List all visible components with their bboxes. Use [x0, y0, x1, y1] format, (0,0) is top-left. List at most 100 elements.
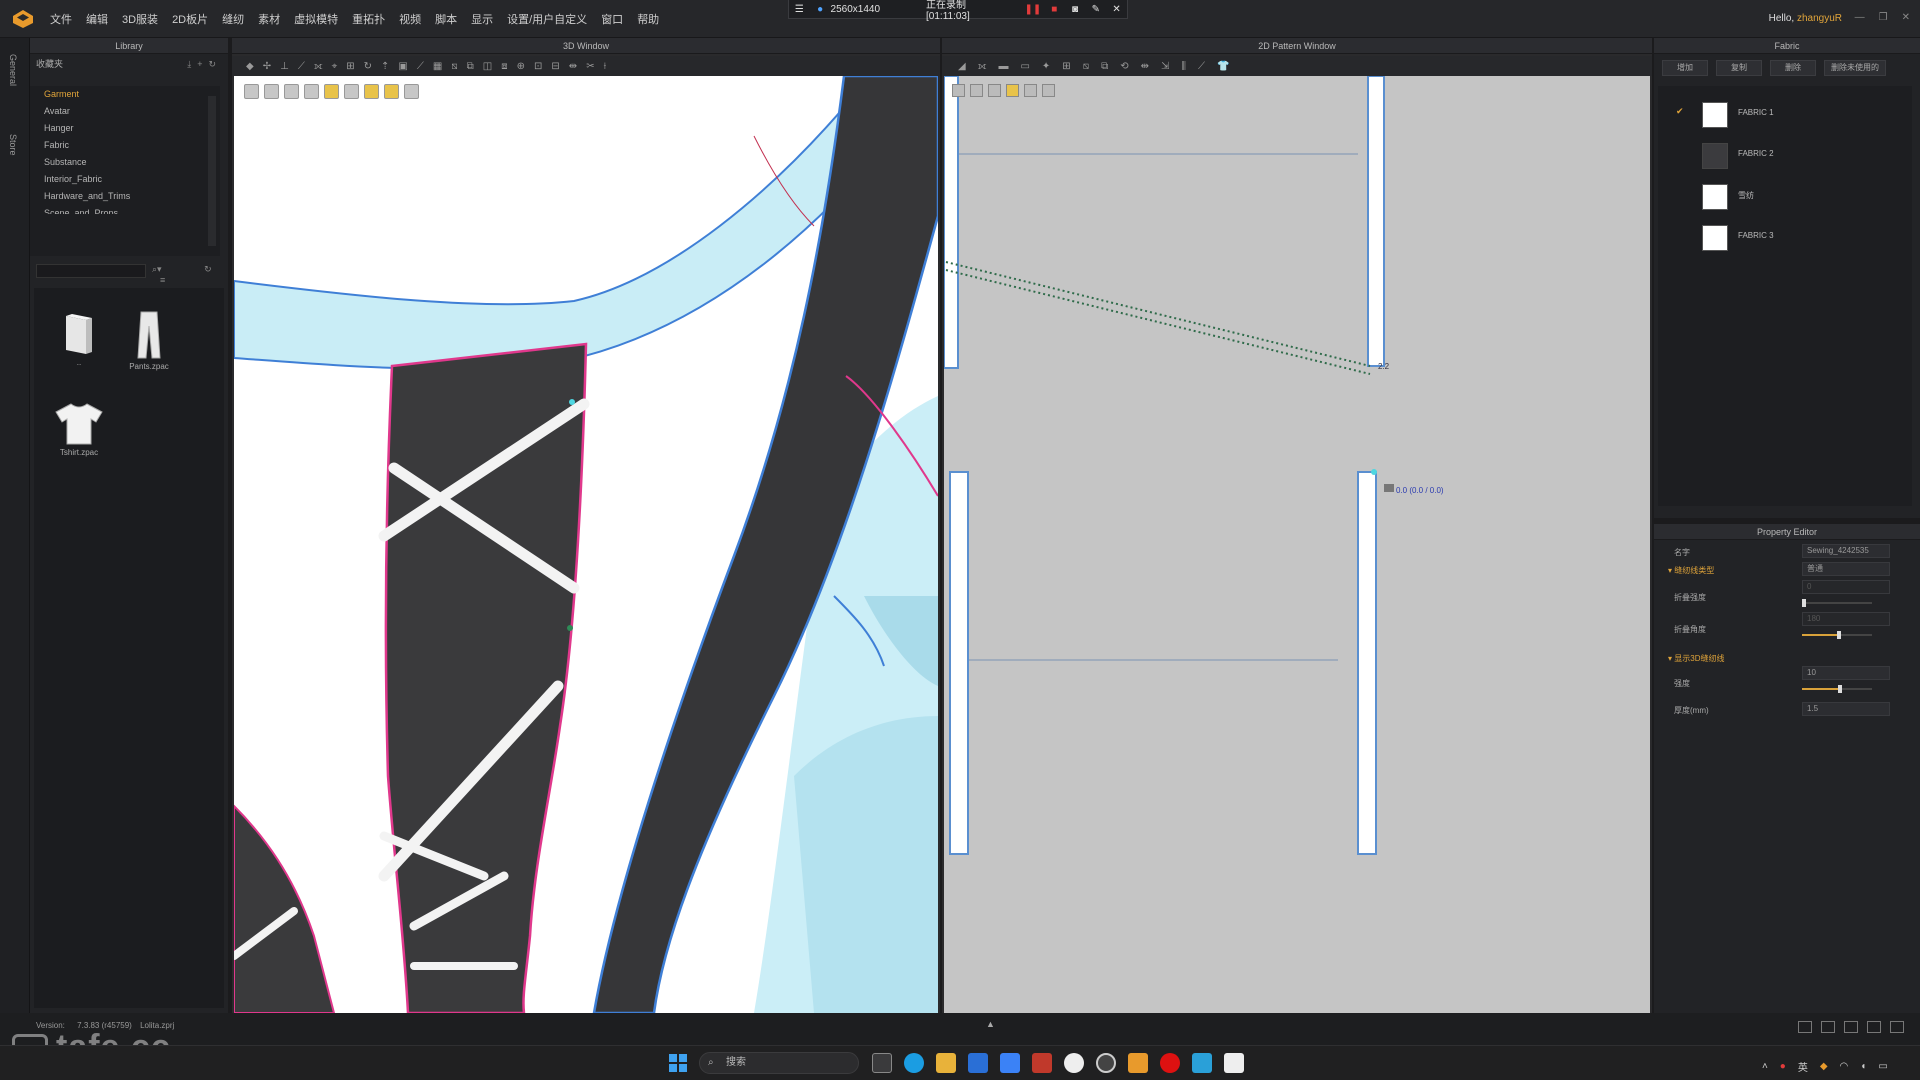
view-export-icon[interactable] [404, 84, 419, 99]
search-icon[interactable]: ⌕▾ [152, 264, 162, 274]
view-avatar-icon[interactable] [244, 84, 259, 99]
menu-materials[interactable]: 素材 [258, 11, 280, 27]
button-tool-icon[interactable]: ⊕ [517, 61, 525, 72]
edit-tool-icon[interactable]: ◫ [483, 61, 492, 72]
stitch-tool-icon[interactable]: ⧉ [467, 61, 474, 72]
fold-arrange-icon[interactable]: ⇲ [1161, 61, 1169, 72]
tree-item-substance[interactable]: Substance [30, 154, 220, 171]
baseline-icon[interactable]: ⫼ [1181, 61, 1186, 72]
delete-unused-button[interactable]: 删除未使用的 [1824, 60, 1886, 76]
line-tool-icon[interactable]: ⟋ [417, 61, 424, 72]
edit-pattern-icon[interactable]: ⟗ [978, 61, 987, 72]
zipper-tool-icon[interactable]: ⇹ [569, 61, 577, 72]
layout-split-icon[interactable] [1821, 1021, 1835, 1033]
store-icon[interactable] [968, 1053, 988, 1073]
library-tools[interactable]: ⤓+↻ [187, 56, 222, 72]
2d-viewport[interactable]: 2.2 0.0 (0.0 / 0.0) [944, 76, 1650, 1013]
check-sewing-icon[interactable]: ⟲ [1120, 61, 1128, 72]
menu-avatar[interactable]: 虚拟模特 [294, 11, 338, 27]
transform-pattern-icon[interactable]: ◢ [958, 61, 966, 72]
obs-icon[interactable] [1096, 1053, 1116, 1073]
task-view-icon[interactable] [872, 1053, 892, 1073]
fold-angle-field[interactable]: 180 [1802, 612, 1890, 626]
menu-sewing[interactable]: 缝纫 [222, 11, 244, 27]
menu-help[interactable]: 帮助 [637, 11, 659, 27]
hole-tool-icon[interactable]: ⊡ [534, 61, 542, 72]
clo3d-icon[interactable] [1128, 1053, 1148, 1073]
camera-icon[interactable]: ◙ [1068, 1, 1083, 17]
measure-tool-icon[interactable]: ⟗ [314, 61, 323, 72]
tray-chevron-icon[interactable]: ˄ [1762, 1061, 1768, 1072]
sewing-tool-icon[interactable]: ⊞ [346, 61, 354, 72]
menu-2d-pattern[interactable]: 2D板片 [172, 11, 208, 27]
layout-grid-icon[interactable] [1867, 1021, 1881, 1033]
free-sewing-icon[interactable]: ⧅ [1083, 61, 1089, 72]
view-light-icon[interactable] [324, 84, 339, 99]
tray-app-icon[interactable]: ◆ [1820, 1061, 1828, 1072]
tree-item-scene[interactable]: Scene_and_Props [30, 205, 220, 214]
segment-sewing-icon[interactable]: ⊞ [1062, 61, 1070, 72]
volume-icon[interactable]: ◖ [1860, 1061, 1866, 1072]
library-item-pants[interactable]: Pants.zpac [114, 310, 184, 371]
internal-line-icon[interactable]: ✦ [1042, 61, 1050, 72]
pen-icon[interactable]: ✎ [1088, 1, 1103, 17]
delete-fabric-button[interactable]: 删除 [1770, 60, 1816, 76]
wifi-icon[interactable]: ◠ [1840, 1061, 1849, 1072]
cut-tool-icon[interactable]: ✂ [586, 61, 594, 72]
edge-icon[interactable] [904, 1053, 924, 1073]
sewing-type-select[interactable]: 普通 [1802, 562, 1890, 576]
user-name[interactable]: zhangyuR [1797, 13, 1842, 24]
select-tool-icon[interactable]: ◆ [246, 61, 254, 72]
view-garment-icon[interactable] [264, 84, 279, 99]
prop-name-field[interactable]: Sewing_4242535 [1802, 544, 1890, 558]
editor-app-icon[interactable] [1224, 1053, 1244, 1073]
fabric-item[interactable]: ✔ FABRIC 1 [1658, 96, 1912, 130]
tree-item-fabric[interactable]: Fabric [30, 137, 220, 154]
tree-scrollbar[interactable] [208, 96, 216, 246]
zoom-tool-icon[interactable]: ▣ [398, 61, 407, 72]
tray-mic-icon[interactable]: ● [1780, 1061, 1786, 1072]
grid-tool-icon[interactable]: ▦ [433, 61, 442, 72]
sewing-type-section[interactable]: ▾ 缝纫线类型 [1668, 565, 1714, 576]
app-logo-icon[interactable] [12, 9, 34, 29]
window-close-icon[interactable]: ✕ [1902, 12, 1910, 23]
layout-3d-icon[interactable] [1844, 1021, 1858, 1033]
polygon-icon[interactable]: ▭ [1020, 61, 1029, 72]
maximize-icon[interactable]: ❐ [1879, 12, 1888, 23]
side-tab-general[interactable]: General [8, 54, 18, 86]
segment-tool-icon[interactable]: ⧅ [451, 61, 457, 72]
tack-icon[interactable]: ⇹ [1141, 61, 1149, 72]
pause-icon[interactable]: ❚❚ [1025, 1, 1042, 17]
move-tool-icon[interactable]: ✢ [263, 61, 271, 72]
view-sewing-icon[interactable] [1024, 84, 1037, 97]
minimize-icon[interactable]: — [1855, 12, 1865, 23]
menu-retopology[interactable]: 重拓扑 [352, 11, 385, 27]
lasso-icon[interactable]: ⟋ [1198, 61, 1205, 72]
pin-tool-icon[interactable]: ⊥ [280, 61, 289, 72]
garment-icon[interactable]: 👕 [1217, 61, 1229, 72]
3d-viewport[interactable] [234, 76, 938, 1013]
m-app-icon[interactable] [1192, 1053, 1212, 1073]
menu-lines-icon[interactable]: ☰ [792, 1, 807, 17]
tree-item-avatar[interactable]: Avatar [30, 103, 220, 120]
view-light-icon[interactable] [1006, 84, 1019, 97]
side-tab-store[interactable]: Store [8, 134, 18, 156]
pucker-tool-icon[interactable]: ⧈ [501, 61, 507, 72]
strength-slider[interactable] [1802, 685, 1872, 693]
menu-video[interactable]: 视频 [399, 11, 421, 27]
view-thickness-icon[interactable] [988, 84, 1001, 97]
view-grid-icon[interactable] [970, 84, 983, 97]
library-search-input[interactable] [36, 264, 146, 278]
fabric-item[interactable]: FABRIC 3 [1658, 219, 1912, 253]
view-texture-icon[interactable] [284, 84, 299, 99]
fabric-item[interactable]: 雪纺 [1658, 178, 1912, 212]
stop-icon[interactable]: ■ [1047, 1, 1062, 17]
taskbar-search-input[interactable]: ⌕ 搜索 [699, 1052, 859, 1074]
fold-angle-slider[interactable] [1802, 631, 1872, 639]
fold-tool-icon[interactable]: ⟋ [298, 61, 305, 72]
rectangle-icon[interactable]: ▬ [998, 61, 1008, 72]
library-item-parent[interactable]: .. [44, 312, 114, 367]
menu-file[interactable]: 文件 [50, 11, 72, 27]
add-fabric-button[interactable]: 增加 [1662, 60, 1708, 76]
edit-sewing-icon[interactable]: ⧉ [1101, 61, 1108, 72]
